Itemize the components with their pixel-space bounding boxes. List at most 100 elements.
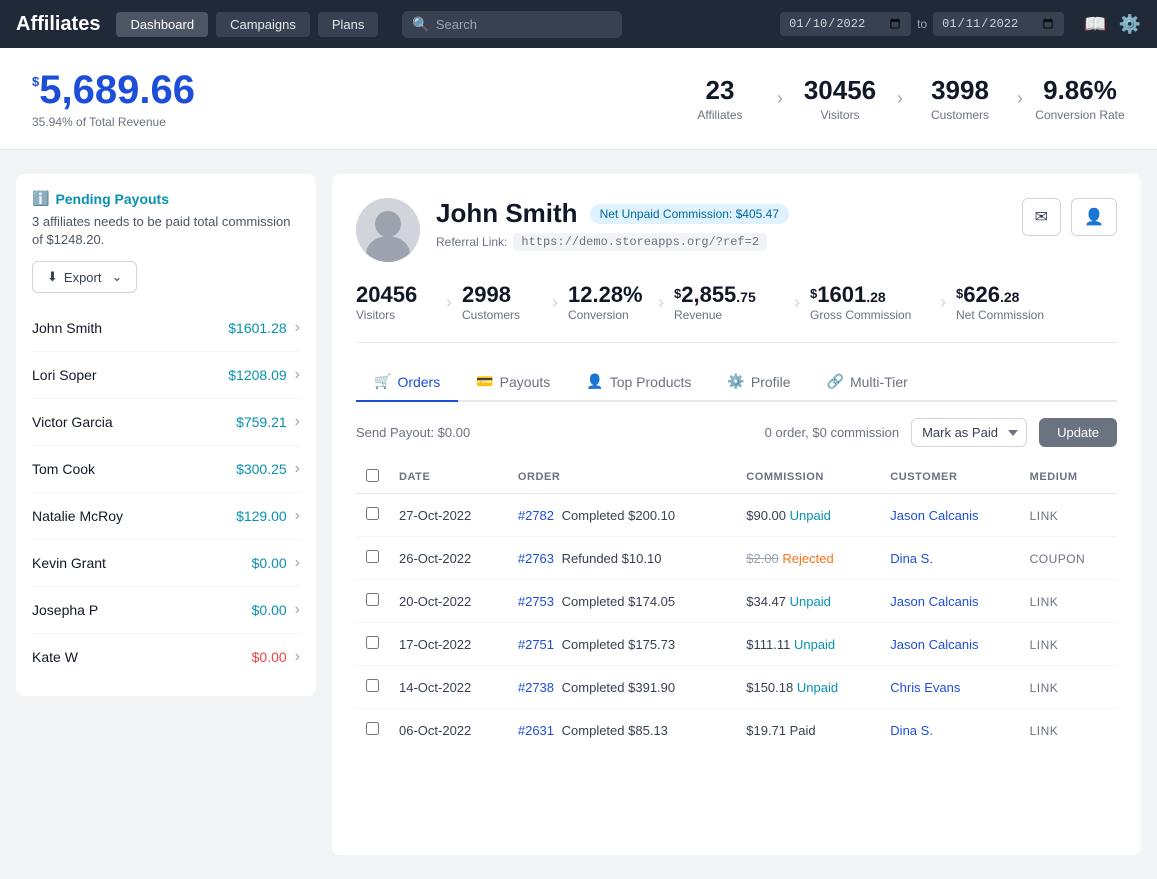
row-checkbox-5[interactable] — [366, 722, 379, 735]
table-header-row: DATE ORDER COMMISSION CUSTOMER MEDIUM — [356, 461, 1117, 494]
pending-payouts-title: ℹ️ Pending Payouts — [32, 190, 300, 207]
order-status: Refunded — [562, 551, 618, 566]
row-date: 06-Oct-2022 — [389, 709, 508, 752]
detail-customers-val: 2998 — [462, 282, 542, 308]
affiliate-name: Natalie McRoy — [32, 508, 123, 524]
list-item[interactable]: Victor Garcia $759.21 › — [32, 399, 300, 446]
profile-button[interactable]: 👤 — [1071, 198, 1117, 236]
row-order: #2763 Refunded $10.10 — [508, 537, 736, 580]
row-checkbox-0[interactable] — [366, 507, 379, 520]
affiliate-amount: $0.00 — [252, 602, 287, 618]
tab-icon-orders: 🛒 — [374, 373, 391, 390]
tab-payouts[interactable]: 💳Payouts — [458, 363, 568, 402]
customer-link-4[interactable]: Chris Evans — [890, 680, 960, 695]
pending-payouts-panel: ℹ️ Pending Payouts 3 affiliates needs to… — [16, 174, 316, 696]
order-link-3[interactable]: #2751 — [518, 637, 554, 652]
detail-tabs: 🛒Orders💳Payouts👤Top Products⚙️Profile🔗Mu… — [356, 363, 1117, 402]
referral-url[interactable]: https://demo.storeapps.org/?ref=2 — [513, 233, 767, 251]
affiliate-chevron-icon: › — [295, 319, 300, 337]
list-item[interactable]: Josepha P $0.00 › — [32, 587, 300, 634]
search-input[interactable] — [436, 17, 613, 32]
conversion-stat: 9.86% Conversion Rate — [1035, 75, 1125, 122]
affiliate-amount: $759.21 — [236, 414, 287, 430]
row-checkbox-1[interactable] — [366, 550, 379, 563]
affiliate-header-name: John Smith Net Unpaid Commission: $405.4… — [436, 198, 1006, 229]
tab-profile[interactable]: ⚙️Profile — [709, 363, 808, 402]
list-item[interactable]: Natalie McRoy $129.00 › — [32, 493, 300, 540]
customers-count: 3998 — [915, 75, 1005, 106]
settings-icon[interactable]: ⚙️ — [1119, 14, 1141, 35]
mark-paid-select[interactable]: Mark as Paid — [911, 418, 1027, 447]
nav-plans-button[interactable]: Plans — [318, 12, 379, 37]
tab-top-products[interactable]: 👤Top Products — [568, 363, 709, 402]
medium-text: LINK — [1030, 509, 1059, 523]
order-link-0[interactable]: #2782 — [518, 508, 554, 523]
detail-net-val: $626.28 — [956, 282, 1066, 308]
order-link-1[interactable]: #2763 — [518, 551, 554, 566]
date-to-input[interactable] — [933, 12, 1064, 36]
row-customer: Dina S. — [880, 537, 1019, 580]
select-all-checkbox[interactable] — [366, 469, 379, 482]
list-item[interactable]: John Smith $1601.28 › — [32, 305, 300, 352]
customer-link-1[interactable]: Dina S. — [890, 551, 933, 566]
referral-link-row: Referral Link: https://demo.storeapps.or… — [436, 233, 1006, 251]
nav-dashboard-button[interactable]: Dashboard — [116, 12, 208, 37]
row-checkbox-2[interactable] — [366, 593, 379, 606]
book-icon[interactable]: 📖 — [1084, 14, 1106, 35]
affiliate-name: Kate W — [32, 649, 78, 665]
affiliate-name: Tom Cook — [32, 461, 95, 477]
download-icon: ⬇ — [47, 269, 58, 285]
date-from-input[interactable] — [780, 12, 911, 36]
visitors-count: 30456 — [795, 75, 885, 106]
visitors-stat: 30456 Visitors › — [795, 75, 915, 122]
detail-revenue-val: $2,855.75 — [674, 282, 784, 308]
row-checkbox-4[interactable] — [366, 679, 379, 692]
affiliates-count: 23 — [675, 75, 765, 106]
tab-orders[interactable]: 🛒Orders — [356, 363, 458, 402]
affiliate-name: Lori Soper — [32, 367, 97, 383]
list-item[interactable]: Kevin Grant $0.00 › — [32, 540, 300, 587]
medium-text: COUPON — [1030, 552, 1086, 566]
customer-link-3[interactable]: Jason Calcanis — [890, 637, 978, 652]
detail-conversion-lbl: Conversion — [568, 308, 648, 322]
col-order: ORDER — [508, 461, 736, 494]
row-order: #2751 Completed $175.73 — [508, 623, 736, 666]
affiliate-amount: $0.00 — [252, 555, 287, 571]
nav-campaigns-button[interactable]: Campaigns — [216, 12, 310, 37]
row-customer: Jason Calcanis — [880, 580, 1019, 623]
stats-bar: $5,689.66 35.94% of Total Revenue 23 Aff… — [0, 48, 1157, 150]
order-link-5[interactable]: #2631 — [518, 723, 554, 738]
table-row: 14-Oct-2022 #2738 Completed $391.90 $150… — [356, 666, 1117, 709]
main-content: ℹ️ Pending Payouts 3 affiliates needs to… — [0, 150, 1157, 879]
affiliate-name-text: John Smith — [436, 198, 578, 229]
list-item[interactable]: Kate W $0.00 › — [32, 634, 300, 680]
order-amount: $391.90 — [628, 680, 675, 695]
order-amount: $174.05 — [628, 594, 675, 609]
row-checkbox-3[interactable] — [366, 636, 379, 649]
order-link-4[interactable]: #2738 — [518, 680, 554, 695]
row-commission: $111.11 Unpaid — [736, 623, 880, 666]
tab-label-multi-tier: Multi-Tier — [850, 374, 908, 390]
export-button[interactable]: ⬇ Export ⌄ — [32, 261, 137, 293]
row-commission: $150.18 Unpaid — [736, 666, 880, 709]
col-commission: COMMISSION — [736, 461, 880, 494]
customer-link-2[interactable]: Jason Calcanis — [890, 594, 978, 609]
detail-visitors-lbl: Visitors — [356, 308, 436, 322]
order-link-2[interactable]: #2753 — [518, 594, 554, 609]
customer-link-5[interactable]: Dina S. — [890, 723, 933, 738]
customer-link-0[interactable]: Jason Calcanis — [890, 508, 978, 523]
list-item[interactable]: Lori Soper $1208.09 › — [32, 352, 300, 399]
row-check-cell — [356, 709, 389, 752]
payment-status: Paid — [790, 723, 816, 738]
affiliates-label: Affiliates — [675, 108, 765, 122]
email-button[interactable]: ✉ — [1022, 198, 1061, 236]
payment-status: Rejected — [782, 551, 833, 566]
stats-right-group: 23 Affiliates › 30456 Visitors › 3998 Cu… — [675, 75, 1125, 122]
update-button[interactable]: Update — [1039, 418, 1117, 447]
order-status: Completed — [562, 723, 625, 738]
row-commission: $19.71 Paid — [736, 709, 880, 752]
conversion-block: 9.86% Conversion Rate — [1035, 75, 1125, 122]
detail-revenue-stat: $2,855.75 Revenue — [674, 282, 784, 322]
tab-multi-tier[interactable]: 🔗Multi-Tier — [809, 363, 926, 402]
list-item[interactable]: Tom Cook $300.25 › — [32, 446, 300, 493]
